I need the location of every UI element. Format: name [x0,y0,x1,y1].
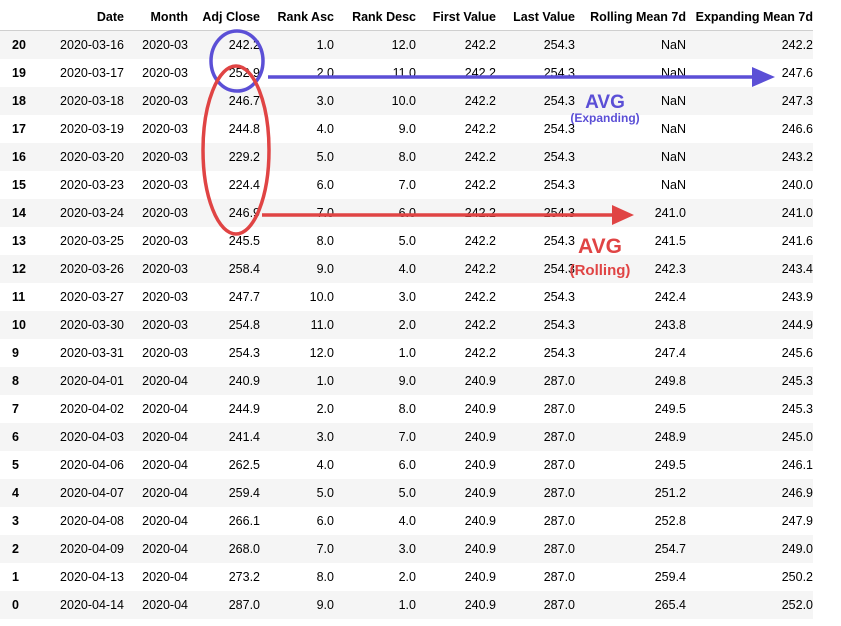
expanding-avg-subtitle: (Expanding) [570,111,639,125]
rolling-arrow-head [612,205,634,225]
annotation-overlay: AVG (Expanding) AVG (Rolling) [201,29,775,279]
expanding-arrow-head [752,67,775,87]
expanding-avg-title: AVG [585,92,625,113]
rolling-avg-title: AVG [578,235,622,258]
rolling-avg-subtitle: (Rolling) [570,262,631,279]
